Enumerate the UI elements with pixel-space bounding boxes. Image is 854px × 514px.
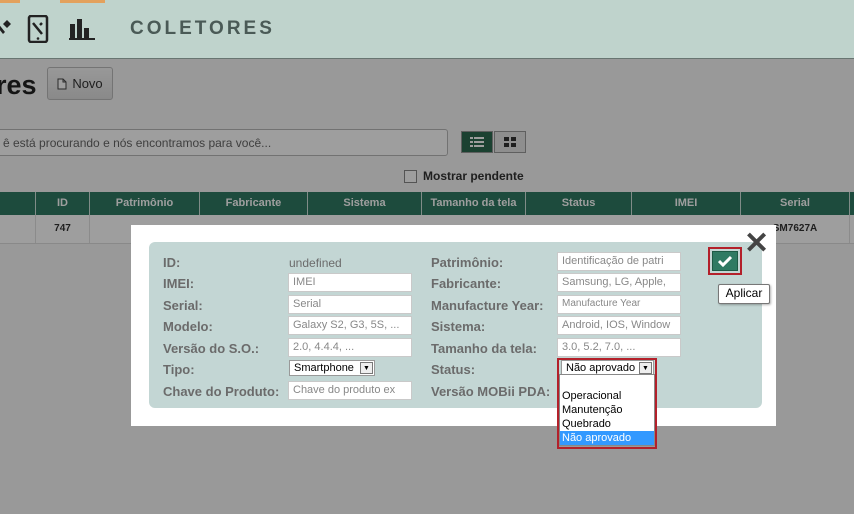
modelo-label: Modelo: [163, 319, 213, 334]
apply-tooltip: Aplicar [718, 284, 770, 304]
imei-input[interactable]: IMEI [288, 273, 412, 292]
versao-so-input[interactable]: 2.0, 4.4.4, ... [288, 338, 412, 357]
chave-input[interactable]: Chave do produto ex [288, 381, 412, 400]
tamanho-label: Tamanho da tela: [431, 341, 537, 356]
sistema-input[interactable]: Android, IOS, Window [557, 316, 681, 335]
patrimonio-placeholder: Identificação de patri [562, 255, 664, 267]
sistema-label: Sistema: [431, 319, 486, 334]
chevron-down-icon[interactable]: ▼ [360, 362, 373, 374]
id-label: ID: [163, 255, 181, 270]
tools-icon[interactable] [0, 14, 14, 44]
check-icon [718, 255, 732, 267]
section-title: COLETORES [130, 18, 275, 39]
serial-placeholder: Serial [293, 298, 322, 310]
status-label: Status: [431, 362, 476, 377]
tamanho-input[interactable]: 3.0, 5.2, 7.0, ... [557, 338, 681, 357]
bar-chart-icon[interactable] [68, 14, 96, 44]
versao-so-placeholder: 2.0, 4.4.4, ... [293, 341, 355, 353]
top-nav-bar: COLETORES [0, 0, 854, 59]
fabricante-input[interactable]: Samsung, LG, Apple, [557, 273, 681, 292]
sistema-placeholder: Android, IOS, Window [562, 319, 671, 331]
manufacture-year-label: Manufacture Year: [431, 298, 544, 313]
manufacture-year-input[interactable]: Manufacture Year [557, 295, 681, 314]
versao-so-label: Versão do S.O.: [163, 341, 260, 356]
tamanho-placeholder: 3.0, 5.2, 7.0, ... [562, 341, 636, 353]
fabricante-label: Fabricante: [431, 276, 502, 291]
fabricante-placeholder: Samsung, LG, Apple, [562, 276, 666, 288]
modelo-placeholder: Galaxy S2, G3, 5S, ... [293, 319, 400, 331]
chave-label: Chave do Produto: [163, 384, 280, 399]
tipo-select[interactable]: Smartphone ▼ [289, 360, 375, 376]
patrimonio-label: Patrimônio: [431, 255, 504, 270]
imei-label: IMEI: [163, 276, 195, 291]
serial-input[interactable]: Serial [288, 295, 412, 314]
manufacture-year-placeholder: Manufacture Year [562, 298, 641, 309]
serial-label: Serial: [163, 298, 203, 313]
imei-placeholder: IMEI [293, 276, 316, 288]
status-highlight-box [557, 358, 657, 449]
mobii-version-label: Versão MOBii PDA: [431, 384, 551, 399]
close-icon[interactable]: ✕ [744, 229, 769, 259]
id-value: undefined [289, 256, 342, 270]
tablet-icon[interactable] [26, 14, 50, 44]
nav-accent [0, 0, 20, 3]
nav-accent-active [60, 0, 105, 3]
chave-placeholder: Chave do produto ex [293, 384, 396, 396]
tipo-label: Tipo: [163, 362, 195, 377]
modelo-input[interactable]: Galaxy S2, G3, 5S, ... [288, 316, 412, 335]
tipo-selected-value: Smartphone [294, 362, 354, 374]
apply-button[interactable] [712, 251, 738, 271]
patrimonio-input[interactable]: Identificação de patri [557, 252, 681, 271]
